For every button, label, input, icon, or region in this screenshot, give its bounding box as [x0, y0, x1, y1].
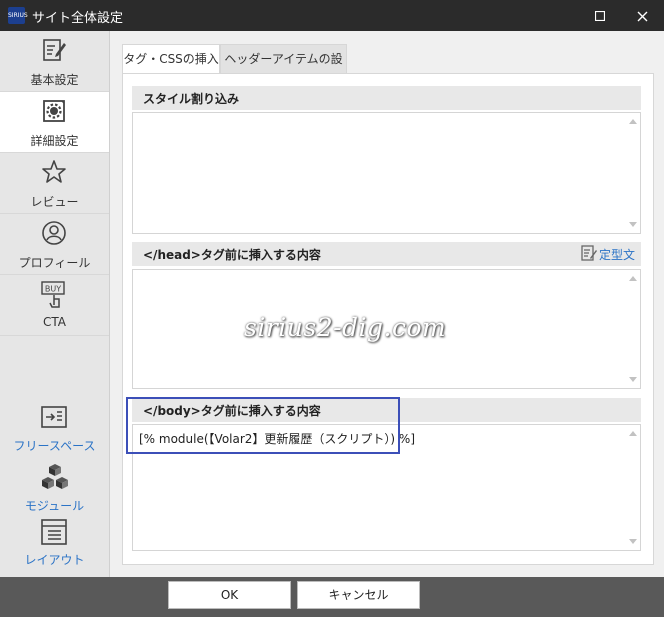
sidebar-item-label: CTA [43, 315, 66, 329]
sidebar-item-advanced-settings[interactable]: 詳細設定 [0, 92, 109, 153]
user-icon [42, 221, 66, 245]
sidebar-item-label: レイアウト [24, 553, 85, 567]
scroll-up-arrow-icon[interactable] [629, 119, 637, 124]
vertical-scrollbar[interactable] [626, 270, 640, 388]
title-bar: SIRIUS サイト全体設定 [0, 0, 664, 31]
sidebar-item-module[interactable]: モジュール [0, 461, 109, 515]
scroll-up-arrow-icon[interactable] [629, 431, 637, 436]
sidebar-item-layout[interactable]: レイアウト [0, 517, 109, 571]
cancel-button[interactable]: キャンセル [297, 581, 420, 609]
layout-icon [41, 519, 67, 545]
sidebar-item-cta[interactable]: BUY CTA [0, 275, 109, 336]
sidebar-item-label: フリースペース [13, 439, 96, 453]
style-injection-textarea[interactable] [132, 112, 641, 234]
maximize-button[interactable] [588, 5, 612, 27]
free-space-icon [41, 406, 67, 428]
sidebar-item-label: プロフィール [18, 256, 91, 270]
sidebar-item-label: モジュール [24, 499, 85, 513]
section-title: </head>タグ前に挿入する内容 [143, 248, 321, 262]
tab-tag-css-insert[interactable]: タグ・CSSの挿入 [122, 44, 220, 75]
settings-document-icon [43, 100, 65, 122]
svg-text:BUY: BUY [45, 285, 61, 294]
scroll-up-arrow-icon[interactable] [629, 276, 637, 281]
sidebar-item-label: レビュー [30, 195, 79, 209]
vertical-scrollbar[interactable] [626, 425, 640, 550]
section-header-before-head: </head>タグ前に挿入する内容 [132, 242, 641, 266]
sidebar-item-profile[interactable]: プロフィール [0, 214, 109, 275]
template-text-label: 定型文 [599, 248, 636, 262]
section-header-style-injection: スタイル割り込み [132, 86, 641, 110]
vertical-scrollbar[interactable] [626, 113, 640, 233]
cubes-icon [42, 464, 68, 489]
template-document-icon [581, 245, 597, 261]
scroll-down-arrow-icon[interactable] [629, 539, 637, 544]
sidebar-item-label: 基本設定 [30, 73, 79, 87]
sidebar: 基本設定 詳細設定 レビュー プロフィール BUY CTA フリースペース モジ… [0, 31, 110, 577]
watermark-text: sirius2-dig.com [244, 313, 447, 342]
sidebar-item-label: 詳細設定 [30, 134, 79, 148]
app-icon: SIRIUS [8, 7, 28, 24]
close-button[interactable] [630, 5, 654, 27]
close-icon [637, 11, 647, 22]
section-title: スタイル割り込み [143, 92, 240, 106]
highlight-box [126, 397, 400, 454]
buy-button-icon: BUY [41, 281, 65, 308]
window-title: サイト全体設定 [32, 11, 124, 26]
tab-label: タグ・CSSの挿入 [123, 52, 219, 66]
edit-document-icon [43, 39, 66, 61]
settings-window: SIRIUS サイト全体設定 基本設定 詳細設定 レビュー プロフィール BUY… [0, 0, 664, 617]
tab-header-items[interactable]: ヘッダーアイテムの設定 [220, 44, 347, 95]
scroll-down-arrow-icon[interactable] [629, 222, 637, 227]
sidebar-item-free-space[interactable]: フリースペース [0, 403, 109, 457]
scroll-down-arrow-icon[interactable] [629, 377, 637, 382]
star-icon [42, 160, 66, 183]
sidebar-item-review[interactable]: レビュー [0, 153, 109, 214]
dialog-footer: OK キャンセル [0, 577, 664, 617]
maximize-icon [594, 10, 606, 22]
ok-button[interactable]: OK [168, 581, 291, 609]
sidebar-item-basic-settings[interactable]: 基本設定 [0, 31, 109, 92]
